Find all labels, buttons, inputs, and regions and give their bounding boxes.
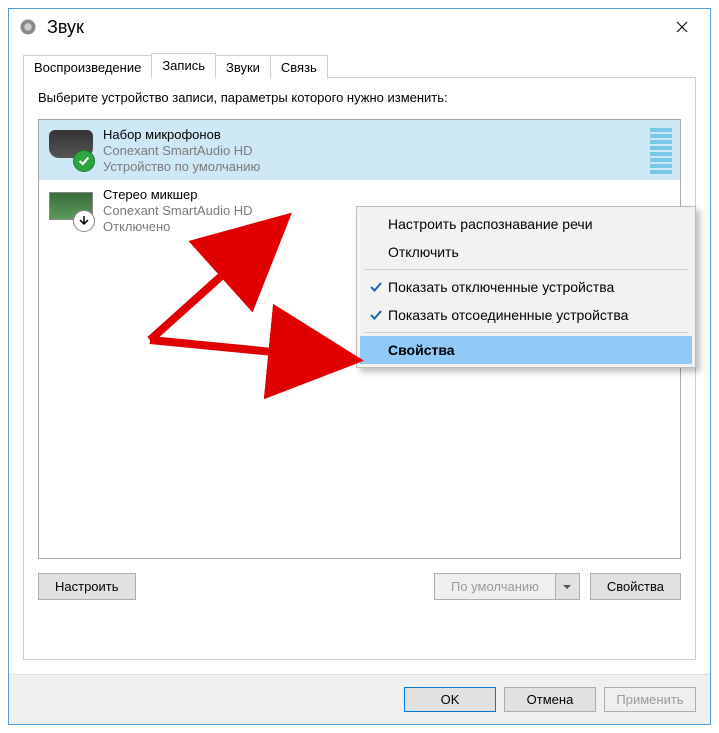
context-menu: Настроить распознавание речи Отключить П… (356, 206, 696, 368)
set-default-button[interactable]: По умолчанию (434, 573, 556, 600)
device-name: Стерео микшер (103, 187, 672, 203)
menu-check-placeholder (364, 341, 388, 359)
menu-label: Свойства (388, 342, 455, 358)
check-icon (364, 278, 388, 296)
set-default-caret[interactable] (556, 573, 580, 600)
cancel-button[interactable]: Отмена (504, 687, 596, 712)
tab-bar: Воспроизведение Запись Звуки Связь (23, 53, 696, 78)
device-name: Набор микрофонов (103, 127, 644, 143)
tab-communications[interactable]: Связь (270, 55, 328, 79)
menu-disable[interactable]: Отключить (360, 238, 692, 266)
microphone-icon (47, 126, 95, 174)
mixer-icon (47, 186, 95, 234)
tab-recording[interactable]: Запись (151, 53, 216, 78)
close-button[interactable] (660, 12, 704, 42)
device-text: Набор микрофонов Conexant SmartAudio HD … (103, 125, 644, 176)
level-meter (650, 126, 672, 174)
menu-separator (364, 269, 688, 270)
menu-label: Отключить (388, 244, 459, 260)
menu-separator (364, 332, 688, 333)
recording-panel: Выберите устройство записи, параметры ко… (23, 77, 696, 660)
device-status: Устройство по умолчанию (103, 159, 644, 175)
speaker-icon (19, 18, 37, 36)
menu-configure-speech[interactable]: Настроить распознавание речи (360, 210, 692, 238)
menu-label: Показать отсоединенные устройства (388, 307, 628, 323)
menu-label: Показать отключенные устройства (388, 279, 614, 295)
menu-label: Настроить распознавание речи (388, 216, 593, 232)
titlebar: Звук (9, 9, 710, 45)
apply-button[interactable]: Применить (604, 687, 696, 712)
device-row-microphone-array[interactable]: Набор микрофонов Conexant SmartAudio HD … (39, 120, 680, 180)
disabled-badge (73, 210, 95, 232)
ok-button[interactable]: OK (404, 687, 496, 712)
properties-button[interactable]: Свойства (590, 573, 681, 600)
tab-playback[interactable]: Воспроизведение (23, 55, 152, 79)
panel-button-row: Настроить По умолчанию Свойства (38, 573, 681, 600)
menu-check-placeholder (364, 243, 388, 261)
set-default-split-button[interactable]: По умолчанию (434, 573, 580, 600)
device-driver: Conexant SmartAudio HD (103, 143, 644, 159)
window-title: Звук (47, 17, 660, 38)
instruction-text: Выберите устройство записи, параметры ко… (38, 90, 681, 105)
menu-properties[interactable]: Свойства (360, 336, 692, 364)
menu-show-disabled[interactable]: Показать отключенные устройства (360, 273, 692, 301)
dialog-button-bar: OK Отмена Применить (9, 674, 710, 724)
menu-show-disconnected[interactable]: Показать отсоединенные устройства (360, 301, 692, 329)
default-check-badge (73, 150, 95, 172)
menu-check-placeholder (364, 215, 388, 233)
tab-sounds[interactable]: Звуки (215, 55, 271, 79)
check-icon (364, 306, 388, 324)
configure-button[interactable]: Настроить (38, 573, 136, 600)
